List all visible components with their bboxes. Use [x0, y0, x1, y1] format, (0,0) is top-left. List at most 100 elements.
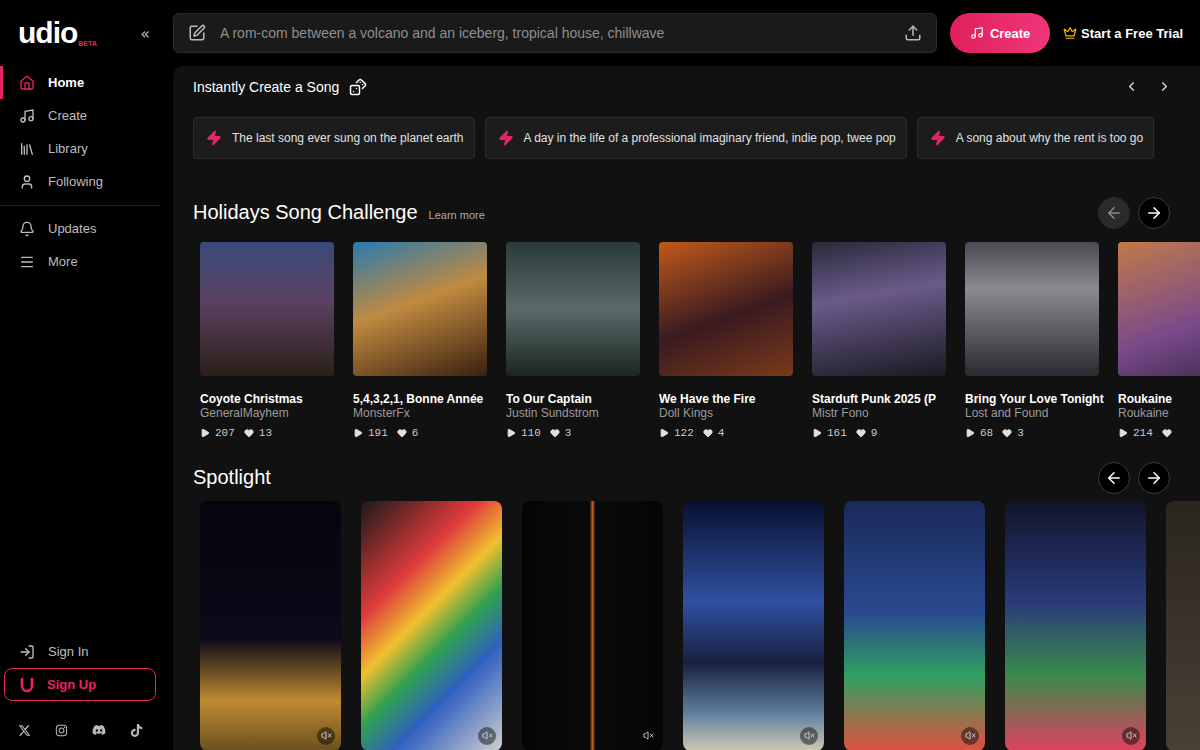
- carousel-arrows: [1098, 462, 1170, 494]
- song-card[interactable]: Coyote ChristmasGeneralMayhem20713: [200, 242, 334, 440]
- upload-icon[interactable]: [904, 24, 922, 42]
- song-card[interactable]: Bring Your Love TonightLost and Found683: [965, 242, 1099, 440]
- song-cover: [353, 242, 487, 376]
- song-title: Roukaine: [1118, 392, 1200, 406]
- song-cover: [1118, 242, 1200, 376]
- next-button[interactable]: [1138, 197, 1170, 229]
- sign-in-icon: [19, 644, 35, 660]
- sidebar-item[interactable]: Create: [0, 99, 160, 132]
- lightning-icon: [930, 130, 946, 146]
- music-note-icon: [19, 108, 35, 124]
- song-stats: 683: [965, 426, 1099, 440]
- x-icon[interactable]: [18, 724, 31, 737]
- song-stats: 110 3: [506, 426, 640, 440]
- instagram-icon[interactable]: [55, 724, 68, 737]
- sidebar: udioBETA « HomeCreateLibraryFollowing Updat…: [0, 0, 160, 750]
- sidebar-item[interactable]: More: [0, 245, 160, 278]
- next-button[interactable]: [1138, 462, 1170, 494]
- previous-button[interactable]: [1098, 197, 1130, 229]
- song-stats: 1916: [353, 426, 487, 440]
- section-title: Holidays Song ChallengeLearn more: [193, 201, 485, 224]
- prompt-chip[interactable]: The last song ever sung on the planet ea…: [193, 117, 475, 159]
- search-input[interactable]: [218, 24, 892, 42]
- mute-button[interactable]: [1122, 727, 1140, 745]
- carousel-arrows: [1098, 197, 1170, 229]
- play-icon: [965, 428, 975, 438]
- collapse-button[interactable]: «: [136, 22, 154, 45]
- play-count: 68: [965, 427, 993, 439]
- udio-mark-icon: [19, 677, 35, 693]
- heart-icon: [244, 428, 254, 438]
- song-cover: [965, 242, 1099, 376]
- social-links: [0, 710, 160, 750]
- spotlight-card[interactable]: [1005, 501, 1146, 750]
- song-artist[interactable]: GeneralMayhem: [200, 406, 334, 420]
- chevron-left-icon[interactable]: [1124, 79, 1139, 94]
- sidebar-item[interactable]: Library: [0, 132, 160, 165]
- section-title: Instantly Create a Song: [193, 78, 367, 96]
- song-card[interactable]: To Our CaptainJustin Sundstrom 110 3: [506, 242, 640, 440]
- previous-button[interactable]: [1098, 462, 1130, 494]
- play-icon: [506, 428, 516, 438]
- song-artist[interactable]: Lost and Found: [965, 406, 1099, 420]
- spotlight-card[interactable]: [522, 501, 663, 750]
- spotlight-card[interactable]: [1166, 501, 1200, 750]
- song-card[interactable]: 5,4,3,2,1, Bonne AnnéeMonsterFx 1916: [353, 242, 487, 440]
- spotlight-card[interactable]: [200, 501, 341, 750]
- spotlight-card[interactable]: [844, 501, 985, 750]
- sidebar-divider: [0, 205, 160, 206]
- sidebar-item[interactable]: Updates: [0, 212, 160, 245]
- like-count: 13: [244, 427, 272, 439]
- mute-button[interactable]: [317, 727, 335, 745]
- arrow-left-icon: [1105, 204, 1123, 222]
- mute-button[interactable]: [961, 727, 979, 745]
- song-card[interactable]: Starduft Punk 2025 (PMistr Fono1619: [812, 242, 946, 440]
- user-icon: [19, 174, 35, 190]
- prompt-chip[interactable]: A song about why the rent is too go: [917, 117, 1154, 159]
- spotlight-list: [193, 501, 1200, 750]
- carousel-arrows: [1124, 79, 1172, 94]
- spotlight-card[interactable]: [361, 501, 502, 750]
- lightning-icon: [498, 130, 514, 146]
- muted-speaker-icon: [1126, 730, 1137, 741]
- create-button[interactable]: Create: [950, 13, 1050, 53]
- sign-in-button[interactable]: Sign In: [0, 635, 160, 668]
- muted-speaker-icon: [965, 730, 976, 741]
- song-title: To Our Captain: [506, 392, 640, 406]
- song-artist[interactable]: Doll Kings: [659, 406, 793, 420]
- play-count: 161: [812, 427, 847, 439]
- app: udioBETA«HomeCreateLibraryFollowingUpdat…: [0, 0, 1200, 750]
- mute-button[interactable]: [639, 727, 657, 745]
- muted-speaker-icon: [321, 730, 332, 741]
- sidebar-item[interactable]: Following: [0, 165, 160, 198]
- discord-icon[interactable]: [92, 723, 106, 737]
- sign-up-button[interactable]: Sign Up: [4, 668, 156, 701]
- song-stats: 1619: [812, 426, 946, 440]
- song-artist[interactable]: Roukaine: [1118, 406, 1200, 420]
- prompt-chip[interactable]: A day in the life of a professional imag…: [485, 117, 907, 159]
- dice-icon[interactable]: [349, 78, 367, 96]
- arrow-right-icon: [1145, 204, 1163, 222]
- song-artist[interactable]: Mistr Fono: [812, 406, 946, 420]
- play-count: 110: [506, 427, 541, 439]
- chevron-right-icon[interactable]: [1157, 79, 1172, 94]
- song-artist[interactable]: Justin Sundstrom: [506, 406, 640, 420]
- song-card[interactable]: RoukaineRoukaine214: [1118, 242, 1200, 440]
- like-count: 4: [703, 427, 725, 439]
- play-icon: [200, 428, 210, 438]
- bell-icon: [19, 221, 35, 237]
- mute-button[interactable]: [800, 727, 818, 745]
- sidebar-item[interactable]: Home: [0, 66, 160, 99]
- free-trial-link[interactable]: Start a Free Trial: [1063, 26, 1183, 41]
- song-cover: [506, 242, 640, 376]
- song-title: We Have the Fire: [659, 392, 793, 406]
- logo[interactable]: udioBETA: [18, 18, 97, 48]
- song-card[interactable]: We Have the FireDoll Kings1224: [659, 242, 793, 440]
- tiktok-icon[interactable]: [130, 724, 143, 737]
- learn-more-link[interactable]: Learn more: [429, 209, 485, 221]
- like-count: 3: [550, 427, 572, 439]
- song-artist[interactable]: MonsterFx: [353, 406, 487, 420]
- song-title: 5,4,3,2,1, Bonne Année: [353, 392, 487, 406]
- mute-button[interactable]: [478, 727, 496, 745]
- spotlight-card[interactable]: [683, 501, 824, 750]
